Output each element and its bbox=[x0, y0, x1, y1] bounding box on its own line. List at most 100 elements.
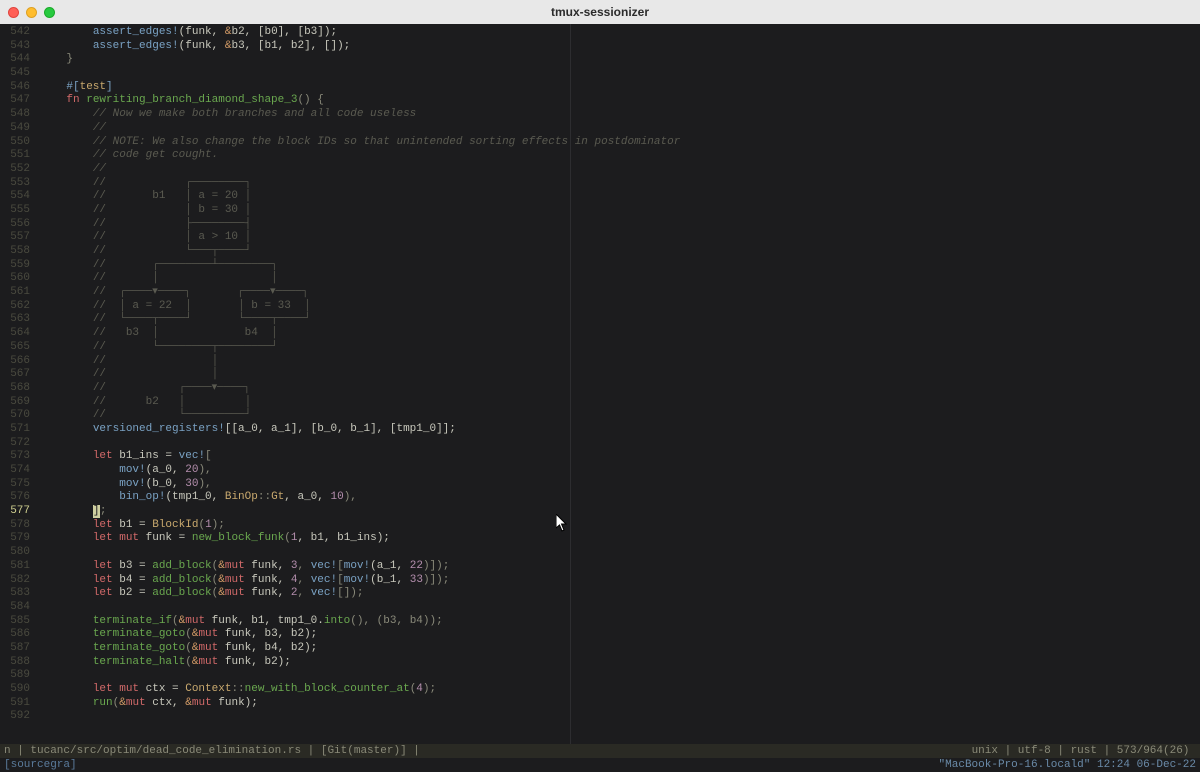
code-line[interactable]: 591 run(&mut ctx, &mut funk); bbox=[0, 697, 1200, 711]
line-content[interactable] bbox=[40, 546, 1200, 560]
code-line[interactable]: 574 mov!(a_0, 20), bbox=[0, 464, 1200, 478]
line-content[interactable]: run(&mut ctx, &mut funk); bbox=[40, 697, 1200, 711]
code-line[interactable]: 571 versioned_registers![[a_0, a_1], [b_… bbox=[0, 423, 1200, 437]
line-content[interactable] bbox=[40, 601, 1200, 615]
code-line[interactable]: 569 // b2 │ │ bbox=[0, 396, 1200, 410]
code-line[interactable]: 546 #[test] bbox=[0, 81, 1200, 95]
line-content[interactable]: let mut ctx = Context::new_with_block_co… bbox=[40, 683, 1200, 697]
code-line[interactable]: 553 // ┌────────┐ bbox=[0, 177, 1200, 191]
code-line[interactable]: 554 // b1 │ a = 20 │ bbox=[0, 190, 1200, 204]
terminal[interactable]: 542 assert_edges!(funk, &b2, [b0], [b3])… bbox=[0, 24, 1200, 772]
line-content[interactable]: // └────────┬────────┘ bbox=[40, 341, 1200, 355]
code-line[interactable]: 585 terminate_if(&mut funk, b1, tmp1_0.i… bbox=[0, 615, 1200, 629]
tmux-session[interactable]: [sourcegra] bbox=[4, 758, 77, 772]
line-content[interactable]: // │ a > 10 │ bbox=[40, 231, 1200, 245]
line-content[interactable]: // b1 │ a = 20 │ bbox=[40, 190, 1200, 204]
line-content[interactable]: // │ │ bbox=[40, 272, 1200, 286]
code-line[interactable]: 568 // ┌────▾────┐ bbox=[0, 382, 1200, 396]
line-content[interactable]: // └───┬────┘ bbox=[40, 245, 1200, 259]
code-line[interactable]: 575 mov!(b_0, 30), bbox=[0, 478, 1200, 492]
line-content[interactable]: // NOTE: We also change the block IDs so… bbox=[40, 136, 1200, 150]
code-line[interactable]: 550 // NOTE: We also change the block ID… bbox=[0, 136, 1200, 150]
code-line[interactable]: 590 let mut ctx = Context::new_with_bloc… bbox=[0, 683, 1200, 697]
code-line[interactable]: 543 assert_edges!(funk, &b3, [b1, b2], [… bbox=[0, 40, 1200, 54]
code-line[interactable]: 573 let b1_ins = vec![ bbox=[0, 450, 1200, 464]
code-line[interactable]: 576 bin_op!(tmp1_0, BinOp::Gt, a_0, 10), bbox=[0, 491, 1200, 505]
line-content[interactable]: } bbox=[40, 53, 1200, 67]
line-content[interactable]: terminate_halt(&mut funk, b2); bbox=[40, 656, 1200, 670]
code-line[interactable]: 542 assert_edges!(funk, &b2, [b0], [b3])… bbox=[0, 26, 1200, 40]
line-content[interactable]: #[test] bbox=[40, 81, 1200, 95]
line-content[interactable]: // │ bbox=[40, 355, 1200, 369]
code-line[interactable]: 587 terminate_goto(&mut funk, b4, b2); bbox=[0, 642, 1200, 656]
line-content[interactable]: terminate_goto(&mut funk, b4, b2); bbox=[40, 642, 1200, 656]
line-content[interactable]: // code get cought. bbox=[40, 149, 1200, 163]
line-content[interactable]: // ┌────▾────┐ bbox=[40, 382, 1200, 396]
line-content[interactable] bbox=[40, 710, 1200, 724]
line-content[interactable]: let b1 = BlockId(1); bbox=[40, 519, 1200, 533]
code-line[interactable]: 586 terminate_goto(&mut funk, b3, b2); bbox=[0, 628, 1200, 642]
line-content[interactable]: ]; bbox=[40, 505, 1200, 519]
line-content[interactable] bbox=[40, 669, 1200, 683]
code-line[interactable]: 558 // └───┬────┘ bbox=[0, 245, 1200, 259]
code-line[interactable]: 588 terminate_halt(&mut funk, b2); bbox=[0, 656, 1200, 670]
code-line[interactable]: 548 // Now we make both branches and all… bbox=[0, 108, 1200, 122]
line-content[interactable]: let b3 = add_block(&mut funk, 3, vec![mo… bbox=[40, 560, 1200, 574]
code-line[interactable]: 592 bbox=[0, 710, 1200, 724]
code-line[interactable]: 567 // │ bbox=[0, 368, 1200, 382]
line-content[interactable]: assert_edges!(funk, &b2, [b0], [b3]); bbox=[40, 26, 1200, 40]
code-line[interactable]: 577 ]; bbox=[0, 505, 1200, 519]
line-content[interactable]: // ├────────┤ bbox=[40, 218, 1200, 232]
line-content[interactable]: assert_edges!(funk, &b3, [b1, b2], []); bbox=[40, 40, 1200, 54]
line-content[interactable]: // ┌────▾────┐ ┌────▾────┐ bbox=[40, 286, 1200, 300]
code-line[interactable]: 572 bbox=[0, 437, 1200, 451]
code-line[interactable]: 579 let mut funk = new_block_funk(1, b1,… bbox=[0, 532, 1200, 546]
code-line[interactable]: 578 let b1 = BlockId(1); bbox=[0, 519, 1200, 533]
code-line[interactable]: 589 bbox=[0, 669, 1200, 683]
code-line[interactable]: 584 bbox=[0, 601, 1200, 615]
code-line[interactable]: 552 // bbox=[0, 163, 1200, 177]
code-line[interactable]: 561 // ┌────▾────┐ ┌────▾────┐ bbox=[0, 286, 1200, 300]
code-line[interactable]: 562 // │ a = 22 │ │ b = 33 │ bbox=[0, 300, 1200, 314]
code-line[interactable]: 549 // bbox=[0, 122, 1200, 136]
code-line[interactable]: 565 // └────────┬────────┘ bbox=[0, 341, 1200, 355]
line-content[interactable]: terminate_if(&mut funk, b1, tmp1_0.into(… bbox=[40, 615, 1200, 629]
line-content[interactable]: // │ bbox=[40, 368, 1200, 382]
code-line[interactable]: 560 // │ │ bbox=[0, 272, 1200, 286]
code-line[interactable]: 556 // ├────────┤ bbox=[0, 218, 1200, 232]
line-content[interactable]: bin_op!(tmp1_0, BinOp::Gt, a_0, 10), bbox=[40, 491, 1200, 505]
line-content[interactable]: // Now we make both branches and all cod… bbox=[40, 108, 1200, 122]
code-line[interactable]: 545 bbox=[0, 67, 1200, 81]
line-content[interactable]: let b2 = add_block(&mut funk, 2, vec![])… bbox=[40, 587, 1200, 601]
code-area[interactable]: 542 assert_edges!(funk, &b2, [b0], [b3])… bbox=[0, 26, 1200, 732]
line-content[interactable]: mov!(b_0, 30), bbox=[40, 478, 1200, 492]
line-content[interactable]: // └─────────┘ bbox=[40, 409, 1200, 423]
code-line[interactable]: 559 // ┌────────┴────────┐ bbox=[0, 259, 1200, 273]
code-line[interactable]: 564 // b3 │ b4 │ bbox=[0, 327, 1200, 341]
line-content[interactable]: // └────┬────┘ └────┬────┘ bbox=[40, 313, 1200, 327]
code-line[interactable]: 563 // └────┬────┘ └────┬────┘ bbox=[0, 313, 1200, 327]
code-line[interactable]: 557 // │ a > 10 │ bbox=[0, 231, 1200, 245]
code-line[interactable]: 551 // code get cought. bbox=[0, 149, 1200, 163]
code-line[interactable]: 580 bbox=[0, 546, 1200, 560]
line-content[interactable]: versioned_registers![[a_0, a_1], [b_0, b… bbox=[40, 423, 1200, 437]
line-content[interactable]: let mut funk = new_block_funk(1, b1, b1_… bbox=[40, 532, 1200, 546]
line-content[interactable]: // ┌────────┐ bbox=[40, 177, 1200, 191]
code-line[interactable]: 555 // │ b = 30 │ bbox=[0, 204, 1200, 218]
code-line[interactable]: 583 let b2 = add_block(&mut funk, 2, vec… bbox=[0, 587, 1200, 601]
line-content[interactable]: terminate_goto(&mut funk, b3, b2); bbox=[40, 628, 1200, 642]
code-line[interactable]: 547 fn rewriting_branch_diamond_shape_3(… bbox=[0, 94, 1200, 108]
code-line[interactable]: 582 let b4 = add_block(&mut funk, 4, vec… bbox=[0, 574, 1200, 588]
line-content[interactable]: // │ a = 22 │ │ b = 33 │ bbox=[40, 300, 1200, 314]
line-content[interactable]: // b2 │ │ bbox=[40, 396, 1200, 410]
line-content[interactable]: let b1_ins = vec![ bbox=[40, 450, 1200, 464]
line-content[interactable]: fn rewriting_branch_diamond_shape_3() { bbox=[40, 94, 1200, 108]
line-content[interactable]: // b3 │ b4 │ bbox=[40, 327, 1200, 341]
line-content[interactable] bbox=[40, 67, 1200, 81]
line-content[interactable]: // bbox=[40, 163, 1200, 177]
line-content[interactable]: // bbox=[40, 122, 1200, 136]
code-line[interactable]: 581 let b3 = add_block(&mut funk, 3, vec… bbox=[0, 560, 1200, 574]
line-content[interactable] bbox=[40, 437, 1200, 451]
line-content[interactable]: let b4 = add_block(&mut funk, 4, vec![mo… bbox=[40, 574, 1200, 588]
code-line[interactable]: 570 // └─────────┘ bbox=[0, 409, 1200, 423]
